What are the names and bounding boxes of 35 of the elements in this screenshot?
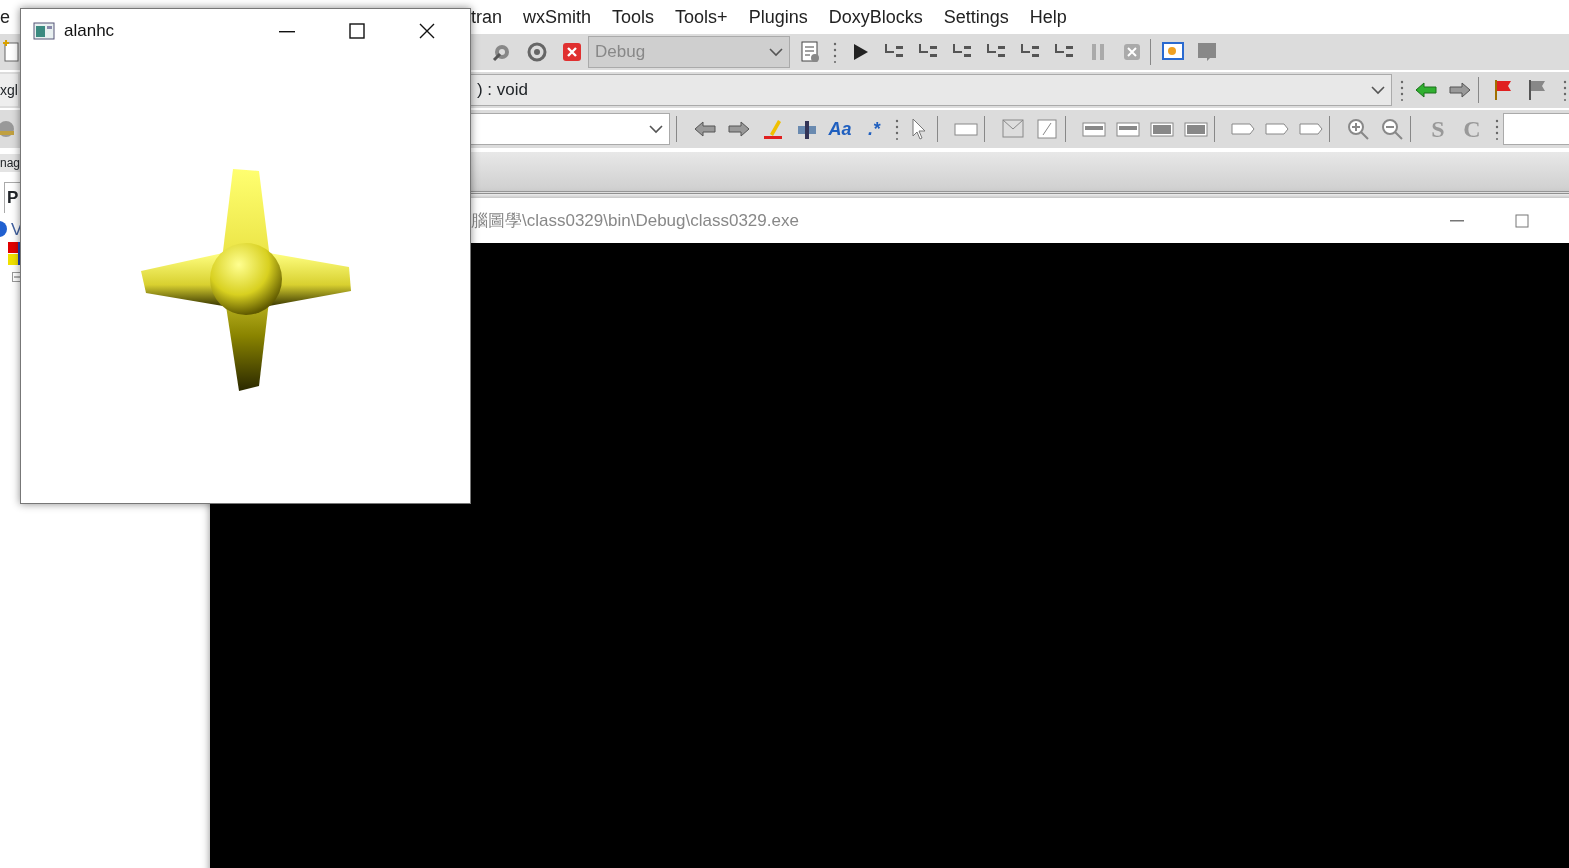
chevron-icon[interactable] bbox=[649, 124, 663, 134]
menu-item[interactable]: wxSmith bbox=[523, 3, 592, 31]
menu-item[interactable]: Help bbox=[1029, 3, 1067, 31]
abort-icon[interactable] bbox=[560, 40, 584, 64]
toolbar-grip[interactable] bbox=[1495, 118, 1499, 140]
toolbar-grip[interactable] bbox=[1562, 79, 1567, 101]
find-option-button[interactable]: .* bbox=[861, 115, 887, 143]
zoom-in-icon[interactable] bbox=[1346, 117, 1370, 141]
menu-item[interactable]: DoxyBlocks bbox=[828, 3, 923, 31]
menu-item[interactable]: tran bbox=[471, 3, 503, 31]
window-title: alanhc bbox=[64, 20, 115, 43]
find-option-button[interactable]: Aa bbox=[827, 115, 853, 143]
panel-title: nag bbox=[0, 154, 21, 172]
menu-item[interactable]: e bbox=[0, 3, 10, 31]
app-icon bbox=[33, 22, 55, 40]
close-icon[interactable] bbox=[419, 23, 436, 39]
document-icon[interactable] bbox=[1035, 117, 1059, 141]
scope-field[interactable]: xgl bbox=[0, 74, 18, 106]
toolbar-grip[interactable] bbox=[833, 41, 837, 63]
chevron-icon[interactable] bbox=[1370, 85, 1385, 95]
maximize-icon[interactable] bbox=[349, 23, 366, 39]
function-dropdown[interactable]: ) : void bbox=[469, 74, 1392, 106]
menu-item[interactable]: Tools bbox=[612, 3, 655, 31]
menu-item[interactable]: Tools+ bbox=[675, 3, 728, 31]
window-title: 腦圖學\class0329\bin\Debug\class0329.exe bbox=[471, 209, 799, 232]
zoom-out-icon[interactable] bbox=[1380, 117, 1404, 141]
build-options-icon[interactable] bbox=[798, 40, 822, 64]
workspace-icon bbox=[0, 220, 8, 239]
toolbar-grip[interactable] bbox=[1399, 79, 1404, 101]
toolbar-grip[interactable] bbox=[895, 118, 899, 140]
comment-icon[interactable] bbox=[1195, 40, 1219, 64]
highlighter-icon[interactable] bbox=[761, 117, 785, 141]
menu-item[interactable]: Settings bbox=[943, 3, 1009, 31]
toolbar-field[interactable] bbox=[1503, 113, 1569, 145]
menu-item[interactable]: Plugins bbox=[748, 3, 808, 31]
